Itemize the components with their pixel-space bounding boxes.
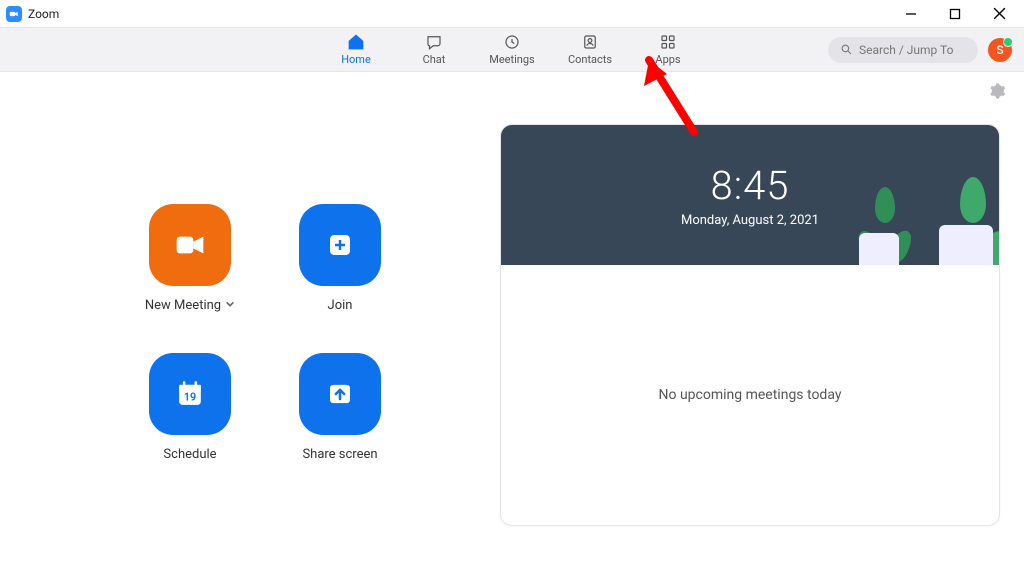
tab-label: Contacts bbox=[568, 53, 612, 66]
tab-home[interactable]: Home bbox=[331, 33, 381, 66]
plant-decoration bbox=[939, 225, 993, 265]
avatar[interactable]: S bbox=[988, 38, 1012, 62]
close-button[interactable] bbox=[986, 4, 1012, 24]
avatar-initial: S bbox=[996, 43, 1003, 57]
top-nav: Home Chat Meetings Contacts Apps Search … bbox=[0, 27, 1024, 72]
schedule-button[interactable]: 19 Schedule bbox=[115, 353, 265, 462]
search-icon bbox=[840, 43, 853, 56]
action-label: Join bbox=[328, 298, 353, 313]
maximize-button[interactable] bbox=[942, 4, 968, 24]
clock-time: 8:45 bbox=[711, 162, 790, 209]
action-panel: New Meeting Join 19 Schedule bbox=[10, 124, 490, 526]
action-label: New Meeting bbox=[145, 298, 221, 313]
tab-contacts[interactable]: Contacts bbox=[565, 33, 615, 66]
chevron-down-icon[interactable] bbox=[225, 298, 235, 313]
tab-chat[interactable]: Chat bbox=[409, 33, 459, 66]
nav-tabs: Home Chat Meetings Contacts Apps bbox=[331, 28, 693, 71]
tab-label: Apps bbox=[655, 53, 680, 66]
minimize-button[interactable] bbox=[898, 4, 924, 24]
calendar-icon: 19 bbox=[149, 353, 231, 435]
svg-text:19: 19 bbox=[184, 391, 196, 404]
tab-meetings[interactable]: Meetings bbox=[487, 33, 537, 66]
home-icon bbox=[347, 33, 365, 51]
titlebar: Zoom bbox=[0, 0, 1024, 27]
video-icon bbox=[149, 204, 231, 286]
clock-date: Monday, August 2, 2021 bbox=[681, 213, 819, 228]
clock-icon bbox=[503, 33, 521, 51]
window-title: Zoom bbox=[28, 7, 59, 21]
share-screen-button[interactable]: Share screen bbox=[265, 353, 415, 462]
window-controls bbox=[898, 4, 1018, 24]
search-placeholder: Search / Jump To bbox=[859, 43, 953, 57]
tab-apps[interactable]: Apps bbox=[643, 33, 693, 66]
action-label: Share screen bbox=[302, 447, 377, 462]
upcoming-empty-text: No upcoming meetings today bbox=[659, 387, 842, 403]
clock-hero: 8:45 Monday, August 2, 2021 bbox=[501, 125, 999, 265]
share-icon bbox=[299, 353, 381, 435]
apps-icon bbox=[659, 33, 677, 51]
new-meeting-button[interactable]: New Meeting bbox=[115, 204, 265, 313]
chat-icon bbox=[425, 33, 443, 51]
zoom-app-icon bbox=[6, 6, 22, 22]
search-input[interactable]: Search / Jump To bbox=[828, 37, 978, 63]
upcoming-body: No upcoming meetings today bbox=[501, 265, 999, 525]
settings-button[interactable] bbox=[988, 82, 1006, 104]
plant-decoration bbox=[859, 233, 899, 265]
upcoming-panel: 8:45 Monday, August 2, 2021 No upcoming … bbox=[500, 124, 1014, 526]
tab-label: Meetings bbox=[489, 53, 534, 66]
join-button[interactable]: Join bbox=[265, 204, 415, 313]
main-content: New Meeting Join 19 Schedule bbox=[0, 104, 1024, 536]
plus-icon bbox=[299, 204, 381, 286]
contacts-icon bbox=[581, 33, 599, 51]
tab-label: Home bbox=[341, 53, 371, 66]
upcoming-card: 8:45 Monday, August 2, 2021 No upcoming … bbox=[500, 124, 1000, 526]
gear-icon bbox=[988, 82, 1006, 100]
action-label: Schedule bbox=[163, 447, 216, 462]
tab-label: Chat bbox=[423, 53, 446, 66]
